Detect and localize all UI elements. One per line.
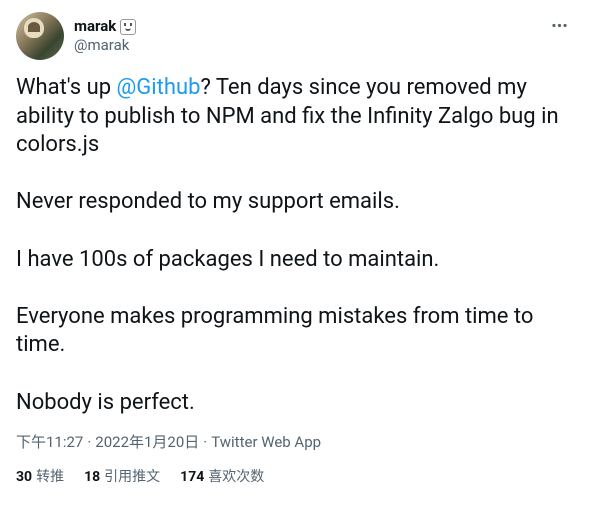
face-emoji-icon	[120, 19, 136, 35]
name-block: marak @marak	[74, 17, 136, 55]
quotes-count: 18	[84, 469, 100, 485]
tweet-date[interactable]: 2022年1月20日	[95, 433, 199, 451]
retweets-count: 30	[16, 469, 32, 485]
tweet-time[interactable]: 下午11:27	[16, 433, 83, 451]
more-icon	[550, 16, 569, 35]
display-name: marak	[74, 17, 116, 36]
likes-label: 喜欢次数	[208, 469, 264, 485]
body-text-pre: What's up	[16, 75, 117, 100]
body-text-post: ? Ten days since you removed my ability …	[16, 75, 564, 415]
likes-count: 174	[180, 469, 204, 485]
tweet-header: marak @marak	[16, 12, 573, 60]
tweet-body: What's up @Github? Ten days since you re…	[16, 74, 573, 417]
mention-link[interactable]: @Github	[117, 75, 201, 100]
retweets-label: 转推	[36, 469, 64, 485]
user-handle[interactable]: @marak	[74, 36, 136, 55]
likes-stat[interactable]: 174喜欢次数	[180, 466, 264, 486]
quotes-stat[interactable]: 18引用推文	[84, 466, 160, 486]
retweets-stat[interactable]: 30转推	[16, 466, 64, 486]
header-left: marak @marak	[16, 12, 136, 60]
avatar[interactable]	[16, 12, 64, 60]
display-name-row[interactable]: marak	[74, 17, 136, 36]
tweet-source[interactable]: Twitter Web App	[211, 433, 321, 451]
more-options-button[interactable]	[546, 12, 573, 39]
tweet-meta: 下午11:27·2022年1月20日·Twitter Web App	[16, 431, 573, 452]
quotes-label: 引用推文	[104, 469, 160, 485]
tweet-stats: 30转推 18引用推文 174喜欢次数	[16, 466, 573, 486]
